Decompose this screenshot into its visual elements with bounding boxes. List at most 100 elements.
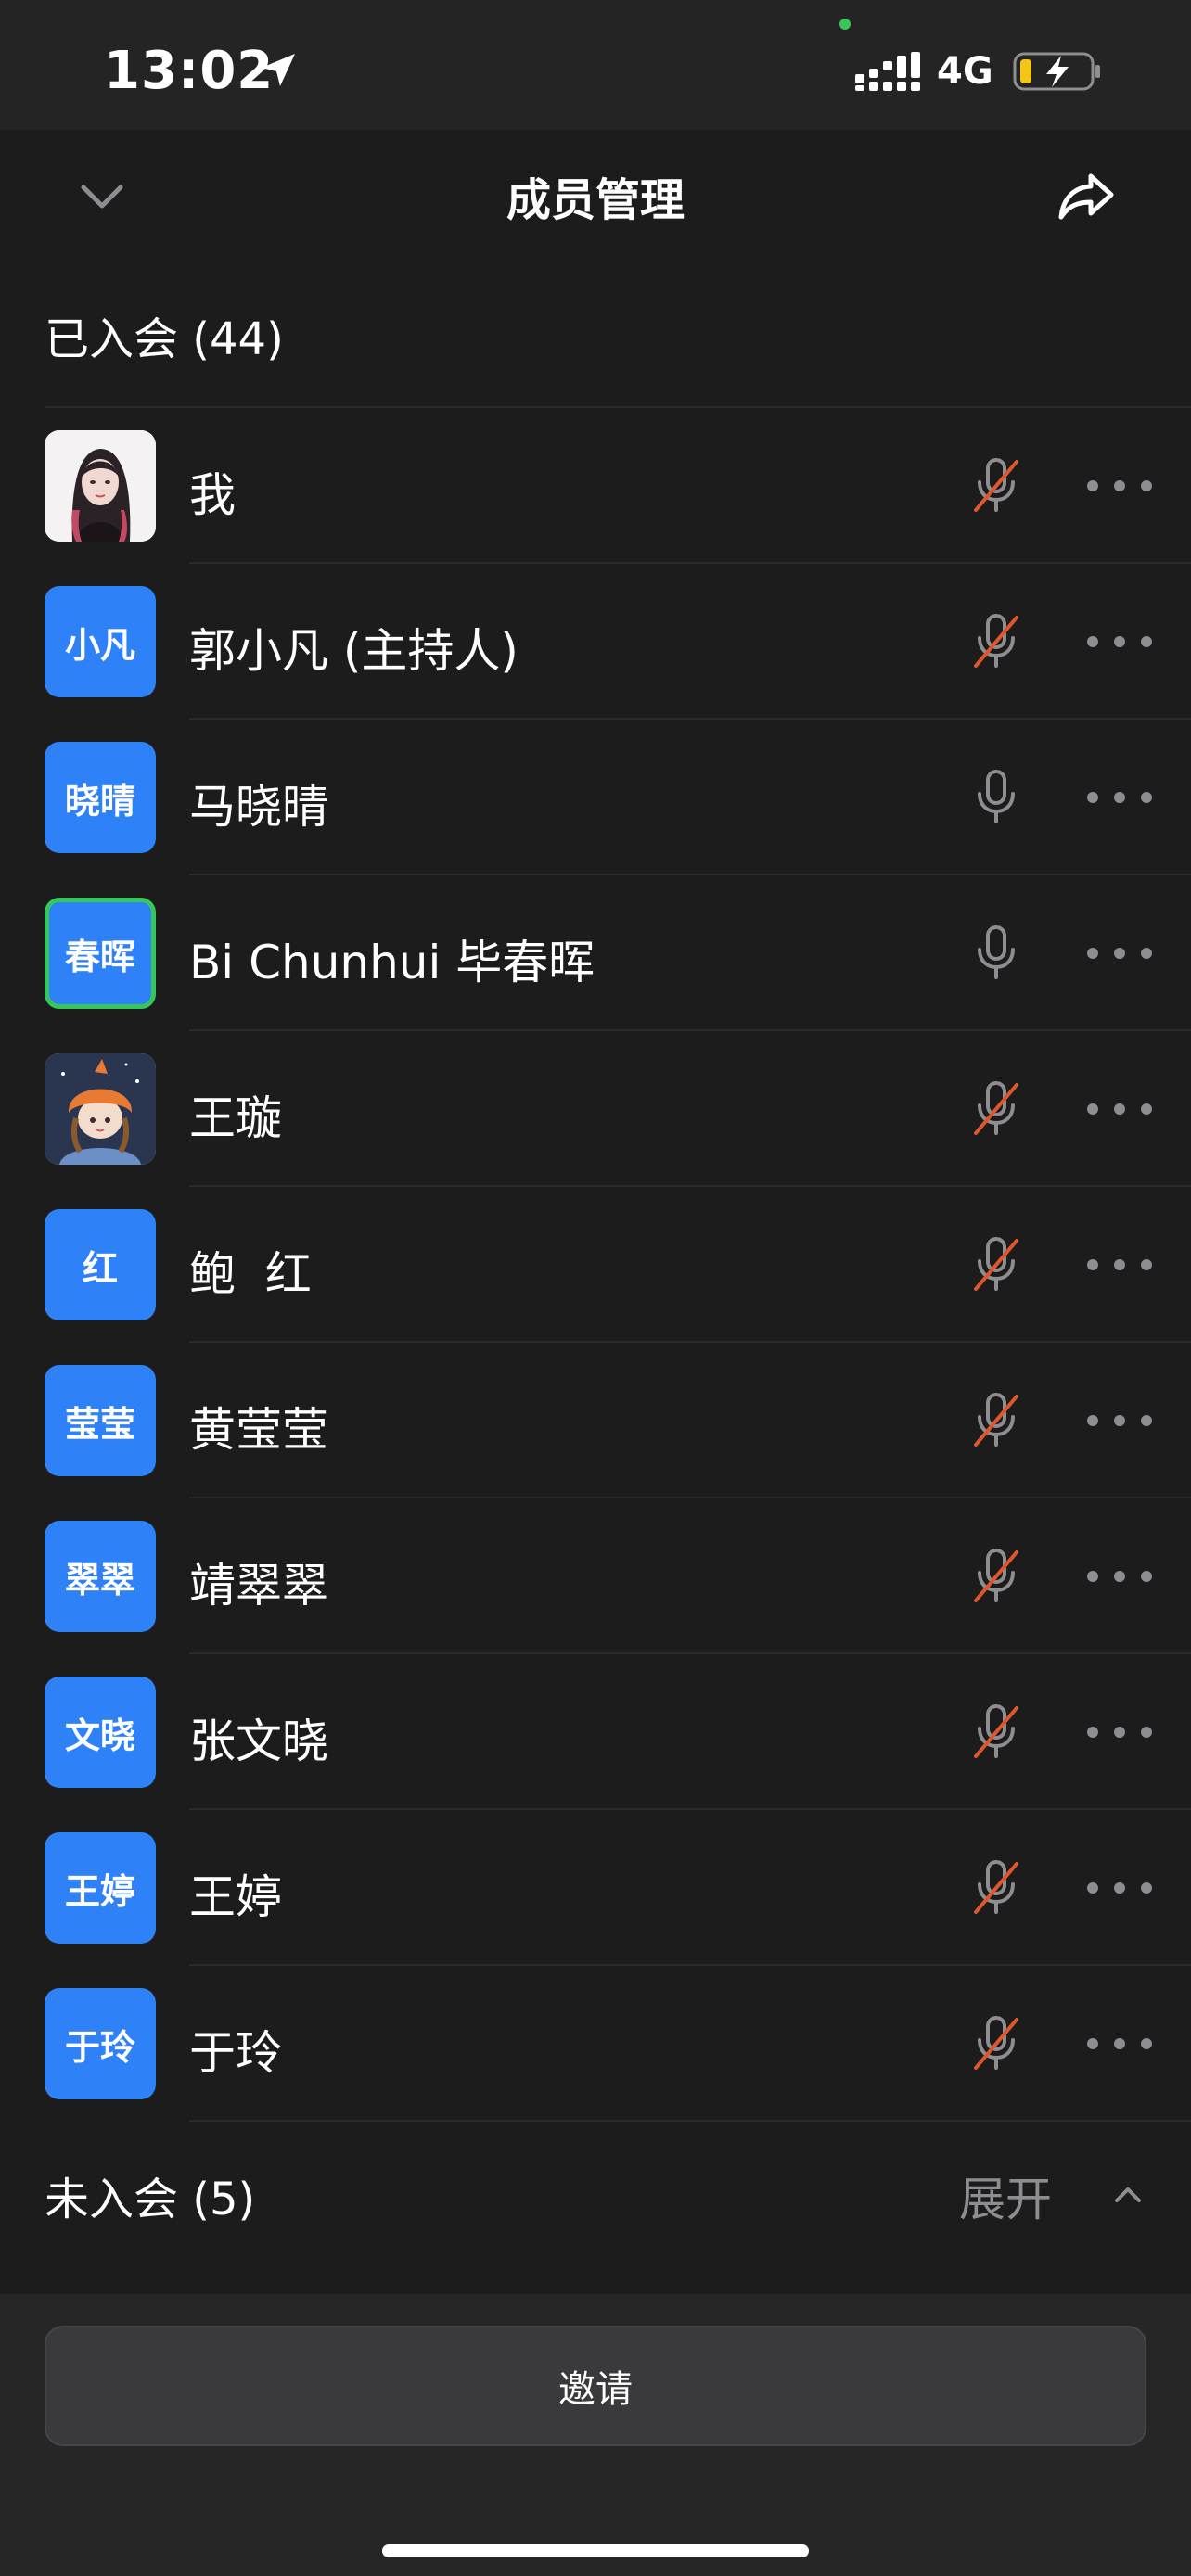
more-options-icon[interactable] <box>1087 927 1152 979</box>
dot <box>1141 2038 1152 2049</box>
member-row[interactable]: 于玲 于玲 <box>0 1966 1191 2122</box>
member-name: 王璇 <box>189 1091 282 1145</box>
member-name: 我 <box>189 468 236 522</box>
member-row[interactable]: 晓晴 马晓晴 <box>0 720 1191 875</box>
pending-section: 未入会 (5) 展开 <box>0 2123 1191 2263</box>
member-name: 靖翠翠 <box>189 1559 328 1613</box>
dot <box>1141 948 1152 959</box>
joined-section-label: 已入会 (44) <box>45 313 284 365</box>
dot <box>1087 480 1098 491</box>
dot <box>1114 480 1125 491</box>
mic-muted-icon[interactable] <box>970 612 1022 671</box>
dot <box>1114 792 1125 803</box>
member-avatar <box>45 1053 156 1165</box>
dot <box>1114 1882 1125 1894</box>
dot <box>1114 1727 1125 1738</box>
member-row[interactable]: 莹莹 黄莹莹 <box>0 1343 1191 1498</box>
member-row[interactable]: 文晓 张文晓 <box>0 1654 1191 1810</box>
member-row[interactable]: 翠翠 靖翠翠 <box>0 1498 1191 1654</box>
member-row[interactable]: 红鲍 红 <box>0 1187 1191 1343</box>
avatar-photo-girl-icon <box>45 430 156 542</box>
more-options-icon[interactable] <box>1087 2018 1152 2070</box>
mic-muted-icon[interactable] <box>970 1079 1022 1139</box>
dot <box>1114 1415 1125 1426</box>
status-bar: 13:02 4G <box>0 0 1191 130</box>
dot <box>1141 1103 1152 1115</box>
dot <box>1114 636 1125 647</box>
mic-muted-icon[interactable] <box>970 1391 1022 1450</box>
mic-icon[interactable] <box>970 768 1022 827</box>
status-time: 13:02 <box>104 41 275 101</box>
member-name: 鲍 红 <box>189 1247 312 1301</box>
dot <box>1087 1103 1098 1115</box>
member-list: 我小凡 郭小凡 (主持人) 晓晴 马晓晴 春晖 Bi Chunhui 毕春晖 王璇红鲍 红莹… <box>0 408 1191 2122</box>
mic-muted-icon[interactable] <box>970 1858 1022 1918</box>
dot <box>1141 636 1152 647</box>
dot <box>1141 1259 1152 1270</box>
member-row[interactable]: 小凡 郭小凡 (主持人) <box>0 564 1191 720</box>
more-options-icon[interactable] <box>1087 616 1152 668</box>
member-avatar: 春晖 <box>45 898 156 1009</box>
member-name: 于玲 <box>189 2026 282 2080</box>
network-type: 4G <box>937 50 993 93</box>
mic-muted-icon[interactable] <box>970 1547 1022 1606</box>
mic-muted-icon[interactable] <box>970 1702 1022 1762</box>
member-management-sheet: 成员管理 已入会 (44) 我小凡 郭小凡 (主持人) 晓晴 马晓晴 春晖 Bi Chun… <box>0 130 1191 2295</box>
member-row[interactable]: 我 <box>0 408 1191 564</box>
member-avatar: 小凡 <box>45 586 156 697</box>
member-name: 黄莹莹 <box>189 1403 328 1457</box>
dot <box>1087 792 1098 803</box>
member-avatar: 红 <box>45 1209 156 1320</box>
dot <box>1087 1727 1098 1738</box>
mic-muted-icon[interactable] <box>970 456 1022 516</box>
nav-bar: 成员管理 <box>0 130 1191 250</box>
member-avatar: 王婷 <box>45 1832 156 1944</box>
more-options-icon[interactable] <box>1087 1862 1152 1914</box>
pending-section-label: 未入会 (5) <box>45 2174 256 2225</box>
more-options-icon[interactable] <box>1087 460 1152 512</box>
screen: 13:02 4G 成员管理 已入会 (44) 我 小凡 郭小凡 (主持人) 晓晴… <box>0 0 1191 2576</box>
member-name: 郭小凡 (主持人) <box>189 624 519 678</box>
more-options-icon[interactable] <box>1087 772 1152 823</box>
dot <box>1087 636 1098 647</box>
cellular-signal-icon <box>855 52 920 91</box>
avatar-photo-hat-girl-icon <box>45 1053 156 1165</box>
more-options-icon[interactable] <box>1087 1550 1152 1602</box>
page-title: 成员管理 <box>506 174 685 226</box>
dot <box>1114 948 1125 959</box>
member-avatar: 莹莹 <box>45 1365 156 1476</box>
member-row[interactable]: 王璇 <box>0 1031 1191 1187</box>
member-avatar <box>45 430 156 542</box>
home-indicator <box>382 2544 809 2557</box>
dot <box>1141 1882 1152 1894</box>
share-icon[interactable] <box>1054 163 1119 228</box>
mic-muted-icon[interactable] <box>970 1235 1022 1294</box>
dot <box>1087 1259 1098 1270</box>
battery-charging-icon <box>1013 52 1100 91</box>
dot <box>1087 1415 1098 1426</box>
mic-icon[interactable] <box>970 924 1022 983</box>
dot <box>1087 948 1098 959</box>
member-avatar: 文晓 <box>45 1677 156 1788</box>
dot <box>1141 1415 1152 1426</box>
dot <box>1087 2038 1098 2049</box>
dot <box>1141 792 1152 803</box>
dot <box>1114 1103 1125 1115</box>
chevron-up-icon[interactable] <box>1109 2175 1146 2213</box>
member-name: 张文晓 <box>189 1715 328 1768</box>
member-name: 王婷 <box>189 1870 282 1924</box>
member-avatar: 翠翠 <box>45 1521 156 1632</box>
mic-muted-icon[interactable] <box>970 2014 1022 2073</box>
invite-button[interactable]: 邀请 <box>45 2326 1146 2446</box>
location-arrow-icon <box>262 54 295 86</box>
expand-toggle[interactable]: 展开 <box>959 2162 1052 2229</box>
dot <box>1114 1259 1125 1270</box>
member-avatar: 于玲 <box>45 1988 156 2099</box>
dot <box>1114 1571 1125 1582</box>
more-options-icon[interactable] <box>1087 1706 1152 1758</box>
member-row[interactable]: 春晖 Bi Chunhui 毕春晖 <box>0 875 1191 1031</box>
more-options-icon[interactable] <box>1087 1239 1152 1291</box>
more-options-icon[interactable] <box>1087 1083 1152 1135</box>
member-row[interactable]: 王婷 王婷 <box>0 1810 1191 1966</box>
more-options-icon[interactable] <box>1087 1395 1152 1447</box>
